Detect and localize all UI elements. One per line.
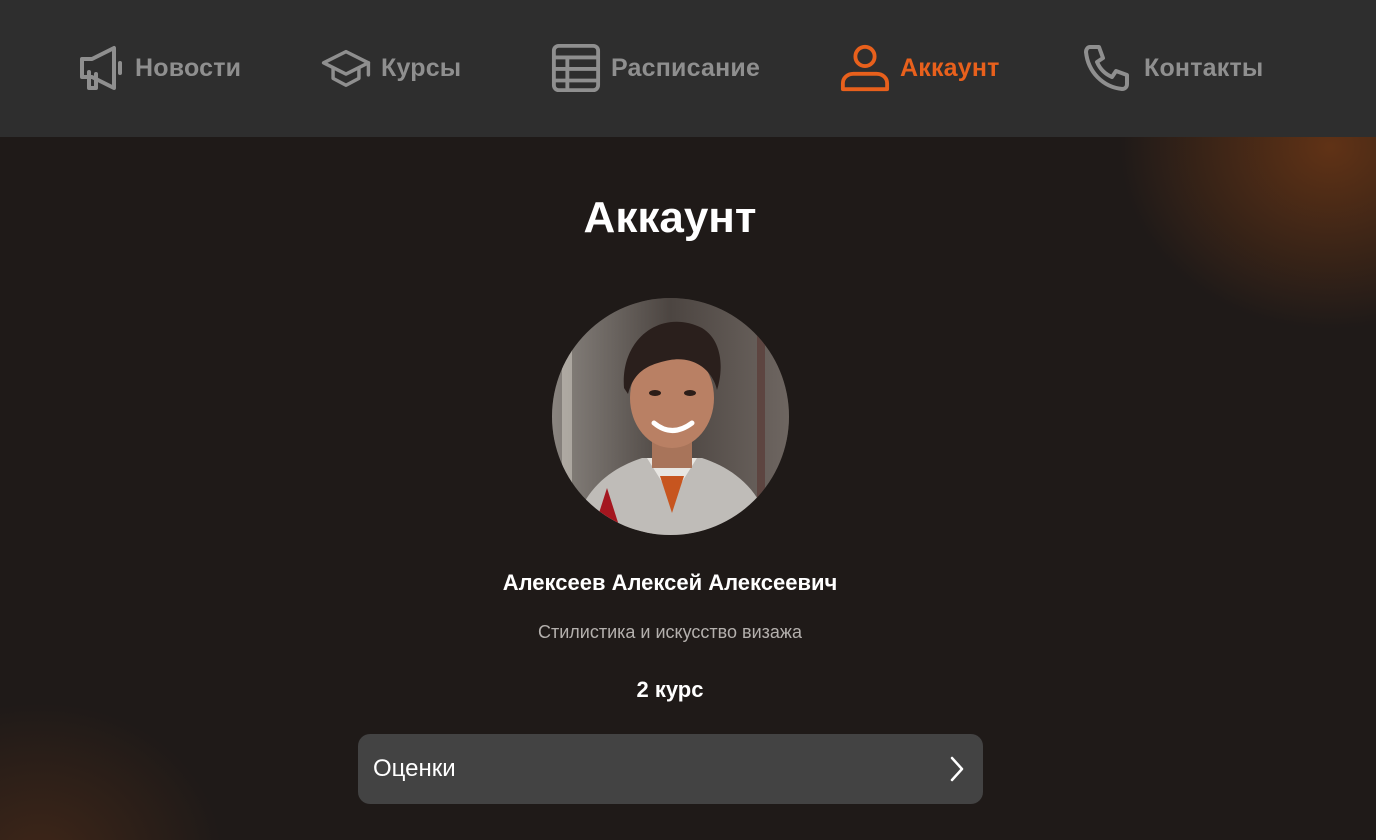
page-title: Аккаунт <box>583 193 757 242</box>
nav-item-account[interactable]: Аккаунт <box>840 40 1000 96</box>
nav-label-account: Аккаунт <box>900 53 1000 82</box>
nav-item-courses[interactable]: Курсы <box>321 40 461 96</box>
nav-label-news: Новости <box>135 53 242 82</box>
account-page: Новости Курсы Расписание Аккаунт Контакт… <box>0 0 1376 840</box>
user-program: Стилистика и искусство визажа <box>538 622 802 642</box>
nav-label-contacts: Контакты <box>1144 53 1264 82</box>
phone-icon <box>1084 41 1134 95</box>
megaphone-icon <box>75 41 125 95</box>
nav-item-news[interactable]: Новости <box>75 40 241 96</box>
chevron-right-icon <box>945 754 969 784</box>
nav-label-courses: Курсы <box>381 53 462 82</box>
avatar <box>552 298 789 535</box>
user-icon <box>840 41 890 95</box>
grades-button[interactable]: Оценки <box>358 734 983 804</box>
profile-photo <box>552 298 789 535</box>
nav-item-schedule[interactable]: Расписание <box>551 40 760 96</box>
table-icon <box>551 41 601 95</box>
graduation-cap-icon <box>321 41 371 95</box>
account-section: Аккаунт Алексеев Алексей Алексеевич Стил… <box>0 137 1376 840</box>
grades-label: Оценки <box>373 755 456 782</box>
top-navigation: Новости Курсы Расписание Аккаунт Контакт… <box>0 0 1376 137</box>
user-full-name: Алексеев Алексей Алексеевич <box>502 570 838 595</box>
nav-label-schedule: Расписание <box>611 53 761 82</box>
nav-item-contacts[interactable]: Контакты <box>1084 40 1263 96</box>
user-year: 2 курс <box>636 677 704 702</box>
